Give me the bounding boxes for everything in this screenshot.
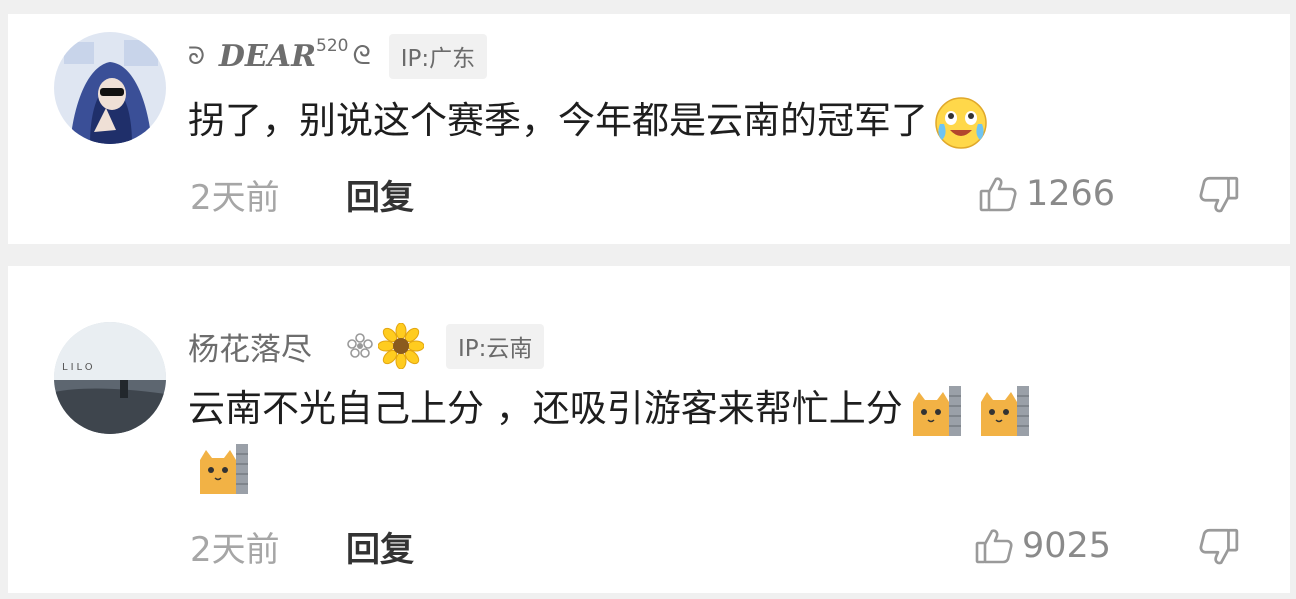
- ip-location-badge: IP:云南: [446, 323, 545, 369]
- cat-peek-emoji: [909, 384, 963, 438]
- reply-button[interactable]: 回复: [346, 522, 414, 571]
- avatar[interactable]: LILO: [54, 322, 166, 434]
- username-row: ᘐ DEAR 520 ᘓ IP:广东: [188, 32, 488, 80]
- comment-text: 拐了，别说这个赛季，今年都是云南的冠军了: [188, 99, 928, 142]
- username-row: 杨花落尽 IP:云南: [188, 322, 545, 370]
- flower-outline-icon: [346, 332, 374, 360]
- thumbs-down-icon: [1199, 176, 1239, 213]
- thumbs-up-icon: [974, 526, 1014, 566]
- comment-card: ᘐ DEAR 520 ᘓ IP:广东 拐了，别说这个赛季，今年都是云南的冠军了 …: [8, 14, 1290, 244]
- dislike-button[interactable]: [1198, 526, 1240, 568]
- thumbs-up-icon: [978, 174, 1018, 214]
- ip-location-badge: IP:广东: [388, 33, 488, 79]
- comment-text-block: 拐了，别说这个赛季，今年都是云南的冠军了: [188, 94, 1200, 150]
- timestamp: 2天前: [190, 178, 280, 218]
- ornament-icon: ᘐ: [188, 42, 205, 70]
- like-button[interactable]: 1266: [978, 169, 1115, 219]
- reply-button[interactable]: 回复: [346, 170, 414, 219]
- cat-peek-emoji: [196, 442, 250, 496]
- comment-card: LILO 杨花落尽 IP:云南 云南不光自己上分 ，还吸引游客来帮忙上分 2天前…: [8, 266, 1290, 593]
- dislike-button[interactable]: [1198, 174, 1240, 216]
- cat-peek-emoji: [977, 384, 1031, 438]
- like-count: 1266: [1026, 174, 1116, 214]
- avatar[interactable]: [54, 32, 166, 144]
- username[interactable]: DEAR: [219, 39, 316, 74]
- sunflower-icon: [378, 323, 424, 369]
- swirl-icon: ᘓ: [352, 40, 371, 71]
- username[interactable]: 杨花落尽: [188, 324, 312, 369]
- like-count: 9025: [1022, 526, 1112, 566]
- timestamp: 2天前: [190, 530, 280, 570]
- comment-text: 云南不光自己上分 ，还吸引游客来帮忙上分: [188, 387, 903, 430]
- svg-text:LILO: LILO: [62, 362, 96, 373]
- comment-text-block: 云南不光自己上分 ，还吸引游客来帮忙上分: [188, 382, 1198, 438]
- username-superscript: 520: [316, 36, 349, 56]
- thumbs-down-icon: [1199, 528, 1239, 565]
- laugh-cry-emoji: [934, 96, 988, 150]
- like-button[interactable]: 9025: [974, 521, 1111, 571]
